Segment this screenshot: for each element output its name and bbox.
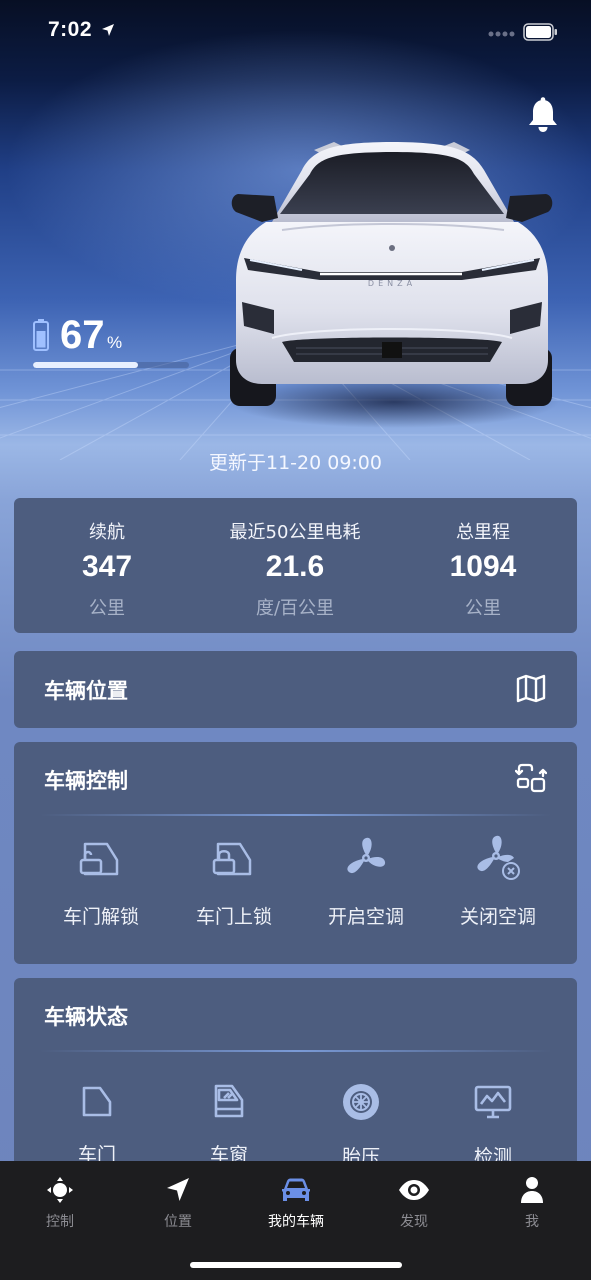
stat-unit: 公里 bbox=[89, 598, 125, 619]
user-icon bbox=[521, 1177, 543, 1203]
action-label: 车门上锁 bbox=[195, 906, 272, 928]
vehicle-location-card[interactable]: 车辆位置 bbox=[14, 651, 577, 728]
stat-label: 续航 bbox=[89, 522, 125, 543]
stat-unit: 公里 bbox=[465, 598, 501, 619]
control-icon bbox=[47, 1177, 73, 1203]
stat-unit: 度/百公里 bbox=[255, 598, 335, 619]
stat-value: 1094 bbox=[449, 550, 517, 583]
car-icon bbox=[282, 1178, 310, 1201]
door-lock-button[interactable]: 车门上锁 bbox=[174, 834, 294, 929]
tab-label: 发现 bbox=[400, 1214, 428, 1230]
door-unlock-button[interactable]: 车门解锁 bbox=[41, 834, 161, 929]
tab-control[interactable]: 控制 bbox=[1, 1175, 119, 1231]
car-image: DENZA bbox=[229, 142, 559, 428]
action-label: 车门解锁 bbox=[62, 906, 139, 928]
battery-icon bbox=[33, 319, 49, 351]
tab-bar: 控制 位置 我的车辆 发现 我 bbox=[0, 1161, 591, 1280]
tab-location[interactable]: 位置 bbox=[119, 1175, 237, 1231]
stats-card: 续航 347 公里 最近50公里电耗 21.6 度/百公里 总里程 1094 公… bbox=[14, 498, 577, 633]
action-label: 关闭空调 bbox=[459, 906, 536, 928]
door-unlock-icon bbox=[79, 842, 119, 876]
divider bbox=[40, 814, 551, 816]
location-arrow-icon bbox=[167, 1178, 189, 1201]
stat-value: 347 bbox=[81, 550, 133, 583]
card-title: 车辆状态 bbox=[44, 1005, 128, 1029]
tab-me[interactable]: 我 bbox=[473, 1175, 591, 1231]
battery-status-icon bbox=[523, 23, 557, 41]
signal-icon bbox=[488, 31, 515, 37]
card-title: 车辆控制 bbox=[44, 769, 128, 793]
tire-icon bbox=[343, 1084, 379, 1120]
battery-progress-fill bbox=[33, 362, 138, 368]
door-lock-icon bbox=[212, 842, 252, 876]
status-tire-button[interactable]: 胎压 bbox=[301, 1082, 421, 1169]
ac-on-button[interactable]: 开启空调 bbox=[306, 834, 426, 929]
status-check-button[interactable]: 检测 bbox=[433, 1082, 553, 1169]
status-door-button[interactable]: 车门 bbox=[37, 1082, 157, 1167]
vehicle-control-card: 车辆控制 车门解锁 车门上锁 开启空调 关闭空调 bbox=[14, 742, 577, 964]
map-icon[interactable] bbox=[515, 672, 547, 704]
tab-discover[interactable]: 发现 bbox=[355, 1175, 473, 1231]
tab-my-vehicle[interactable]: 我的车辆 bbox=[237, 1175, 355, 1231]
home-indicator bbox=[190, 1262, 402, 1268]
ac-off-button[interactable]: 关闭空调 bbox=[438, 834, 558, 929]
monitor-icon bbox=[474, 1085, 512, 1119]
card-title: 车辆位置 bbox=[44, 679, 128, 703]
tab-label: 我的车辆 bbox=[268, 1214, 324, 1230]
tab-label: 位置 bbox=[164, 1214, 192, 1230]
stat-value: 21.6 bbox=[265, 550, 325, 583]
fan-off-icon bbox=[477, 835, 520, 880]
window-icon bbox=[214, 1084, 244, 1118]
stat-label: 最近50公里电耗 bbox=[229, 522, 361, 543]
divider bbox=[40, 1050, 551, 1052]
tab-label: 控制 bbox=[46, 1214, 74, 1230]
status-bar: 7:02 bbox=[0, 0, 591, 64]
svg-text:DENZA: DENZA bbox=[368, 279, 416, 288]
door-icon bbox=[82, 1086, 112, 1117]
eye-icon bbox=[399, 1180, 429, 1200]
status-time: 7:02 bbox=[48, 18, 93, 41]
action-label: 开启空调 bbox=[327, 906, 404, 928]
location-services-icon bbox=[102, 24, 114, 36]
update-timestamp: 更新于11-20 09:00 bbox=[208, 452, 382, 474]
stat-label: 总里程 bbox=[456, 522, 510, 543]
status-window-button[interactable]: 车窗 bbox=[169, 1082, 289, 1167]
battery-percent: 67 bbox=[60, 313, 105, 357]
switch-icon[interactable] bbox=[515, 762, 547, 794]
tab-label: 我 bbox=[525, 1214, 539, 1230]
notification-bell-icon[interactable] bbox=[526, 97, 560, 133]
battery-unit: % bbox=[107, 333, 123, 352]
battery-progress-bar bbox=[33, 362, 189, 368]
fan-icon bbox=[347, 837, 386, 874]
